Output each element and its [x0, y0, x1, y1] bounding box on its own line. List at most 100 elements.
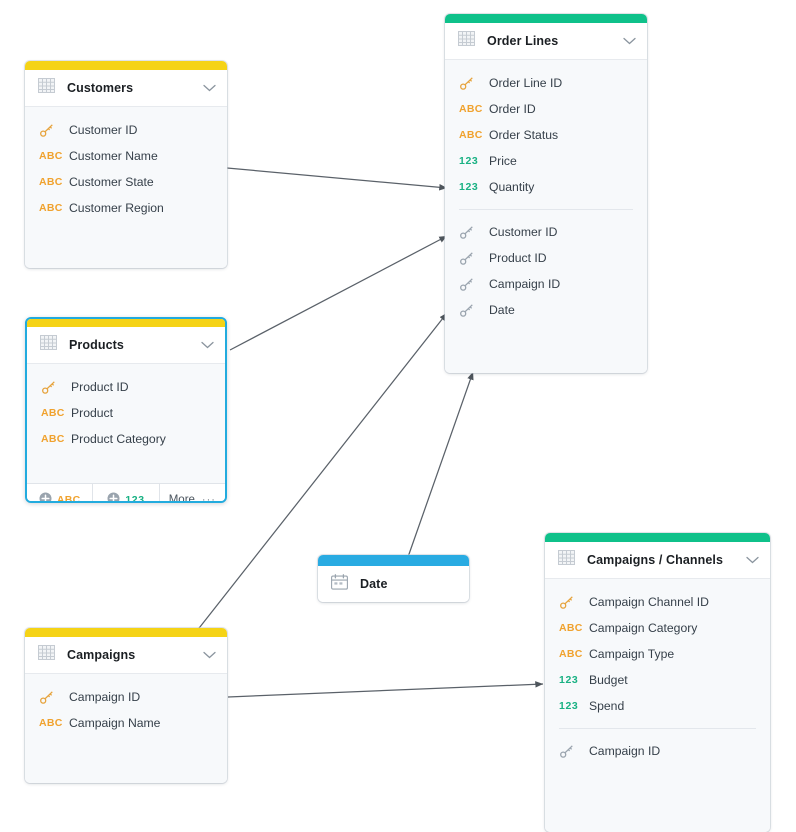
field-row[interactable]: ABC Campaign Type — [545, 641, 770, 667]
field-label: Budget — [589, 673, 628, 687]
add-string-field-button[interactable]: ABC — [27, 484, 94, 503]
table-card-customers[interactable]: Customers Customer ID ABC Customer Name … — [25, 61, 227, 268]
table-grid-icon — [38, 78, 55, 98]
field-row[interactable]: Campaign ID — [25, 684, 227, 710]
card-accent-bar — [445, 14, 647, 23]
edge-campaigns-to-campaigns-channels — [227, 681, 544, 698]
field-row[interactable]: ABC Product — [27, 400, 225, 426]
key-icon — [41, 380, 71, 395]
field-row[interactable]: ABC Customer Name — [25, 143, 227, 169]
field-row[interactable]: 123 Budget — [545, 667, 770, 693]
card-fields-order-lines: Order Line ID ABC Order ID ABC Order Sta… — [445, 60, 647, 373]
field-row[interactable]: ABC Order Status — [445, 122, 647, 148]
chevron-down-icon[interactable] — [623, 32, 636, 50]
field-row[interactable]: Campaign ID — [545, 738, 770, 764]
chevron-down-icon[interactable] — [203, 646, 216, 664]
field-label: Product ID — [71, 380, 129, 394]
card-accent-bar — [27, 319, 225, 327]
add-number-label: 123 — [125, 494, 145, 503]
field-row[interactable]: Product ID — [445, 245, 647, 271]
card-title: Customers — [67, 81, 134, 95]
abc-icon: ABC — [39, 202, 63, 214]
card-header-date[interactable]: Date — [318, 566, 469, 602]
table-card-date[interactable]: Date — [318, 555, 469, 602]
field-row[interactable]: ABC Customer Region — [25, 195, 227, 221]
field-row[interactable]: Campaign ID — [445, 271, 647, 297]
card-title: Products — [69, 338, 124, 352]
card-title: Campaigns — [67, 648, 136, 662]
card-header-order-lines[interactable]: Order Lines — [445, 23, 647, 60]
card-fields-campaigns-channels: Campaign Channel ID ABC Campaign Categor… — [545, 579, 770, 832]
field-label: Customer State — [69, 175, 154, 189]
card-header-campaigns-channels[interactable]: Campaigns / Channels — [545, 542, 770, 579]
er-diagram-canvas[interactable]: Customers Customer ID ABC Customer Name … — [0, 0, 796, 832]
abc-icon: ABC — [459, 103, 483, 115]
chevron-down-icon[interactable] — [201, 336, 214, 354]
field-label: Campaign ID — [69, 690, 141, 704]
field-row[interactable]: ABC Campaign Name — [25, 710, 227, 736]
card-header-products[interactable]: Products — [27, 327, 225, 364]
field-row[interactable]: 123 Price — [445, 148, 647, 174]
card-accent-bar — [25, 61, 227, 70]
field-row[interactable]: ABC Customer State — [25, 169, 227, 195]
more-label: More — [168, 494, 195, 503]
field-row[interactable]: Customer ID — [445, 219, 647, 245]
field-group-divider — [459, 209, 633, 210]
field-label: Customer ID — [489, 225, 558, 239]
card-fields-products: Product ID ABC Product ABC Product Categ… — [27, 364, 225, 483]
add-number-field-button[interactable]: 123 — [93, 484, 160, 503]
edge-products-to-order-lines — [229, 235, 448, 351]
card-fields-campaigns: Campaign ID ABC Campaign Name — [25, 674, 227, 783]
field-label: Product ID — [489, 251, 547, 265]
table-card-products[interactable]: Products Product ID ABC Product ABC Prod… — [25, 317, 227, 503]
table-grid-icon — [40, 335, 57, 355]
abc-icon: ABC — [459, 129, 483, 141]
key-icon — [459, 303, 489, 318]
field-row[interactable]: ABC Campaign Category — [545, 615, 770, 641]
field-label: Spend — [589, 699, 625, 713]
123-icon: 123 — [459, 155, 479, 167]
table-card-order-lines[interactable]: Order Lines Order Line ID ABC Order ID A… — [445, 14, 647, 373]
abc-icon: ABC — [39, 150, 63, 162]
plus-circle-icon — [39, 492, 52, 501]
chevron-down-icon[interactable] — [746, 551, 759, 569]
field-row[interactable]: 123 Spend — [545, 693, 770, 719]
field-row[interactable]: Customer ID — [25, 117, 227, 143]
card-accent-bar — [25, 628, 227, 637]
field-row[interactable]: Campaign Channel ID — [545, 589, 770, 615]
field-label: Product Category — [71, 432, 166, 446]
card-header-campaigns[interactable]: Campaigns — [25, 637, 227, 674]
key-icon — [459, 251, 489, 266]
card-footer-toolbar[interactable]: ABC 123 More ··· — [27, 483, 225, 503]
table-card-campaigns[interactable]: Campaigns Campaign ID ABC Campaign Name — [25, 628, 227, 783]
chevron-down-icon[interactable] — [203, 79, 216, 97]
key-icon — [559, 595, 589, 610]
card-title: Date — [360, 577, 388, 591]
table-card-campaigns-channels[interactable]: Campaigns / Channels Campaign Channel ID… — [545, 533, 770, 832]
add-string-label: ABC — [56, 494, 81, 503]
field-label: Customer Region — [69, 201, 164, 215]
key-icon — [459, 76, 489, 91]
field-row[interactable]: 123 Quantity — [445, 174, 647, 200]
abc-icon: ABC — [559, 648, 583, 660]
abc-icon: ABC — [39, 176, 63, 188]
123-icon: 123 — [459, 181, 479, 193]
table-grid-icon — [38, 645, 55, 665]
more-options-button[interactable]: More ··· — [160, 484, 225, 503]
plus-circle-icon — [107, 492, 120, 501]
field-row[interactable]: Date — [445, 297, 647, 323]
field-label: Campaign ID — [489, 277, 561, 291]
field-label: Campaign Name — [69, 716, 161, 730]
calendar-icon — [331, 573, 348, 595]
field-label: Quantity — [489, 180, 535, 194]
card-header-customers[interactable]: Customers — [25, 70, 227, 107]
123-icon: 123 — [559, 674, 579, 686]
abc-icon: ABC — [41, 433, 65, 445]
key-icon — [459, 277, 489, 292]
card-title: Campaigns / Channels — [587, 553, 724, 567]
field-row[interactable]: Product ID — [27, 374, 225, 400]
field-row[interactable]: Order Line ID — [445, 70, 647, 96]
field-row[interactable]: ABC Order ID — [445, 96, 647, 122]
field-label: Product — [71, 406, 114, 420]
field-row[interactable]: ABC Product Category — [27, 426, 225, 452]
